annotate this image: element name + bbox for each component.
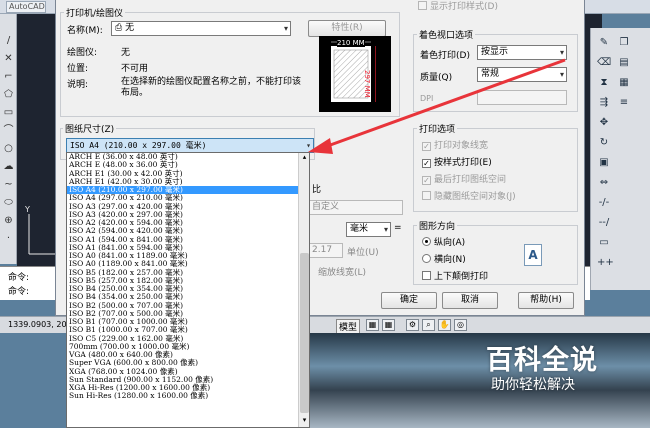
watermark-title: 百科全说: [486, 345, 598, 376]
watermark-subtitle: 助你轻松解决: [491, 377, 575, 393]
watermark: 百科全说 助你轻松解决: [470, 336, 645, 396]
